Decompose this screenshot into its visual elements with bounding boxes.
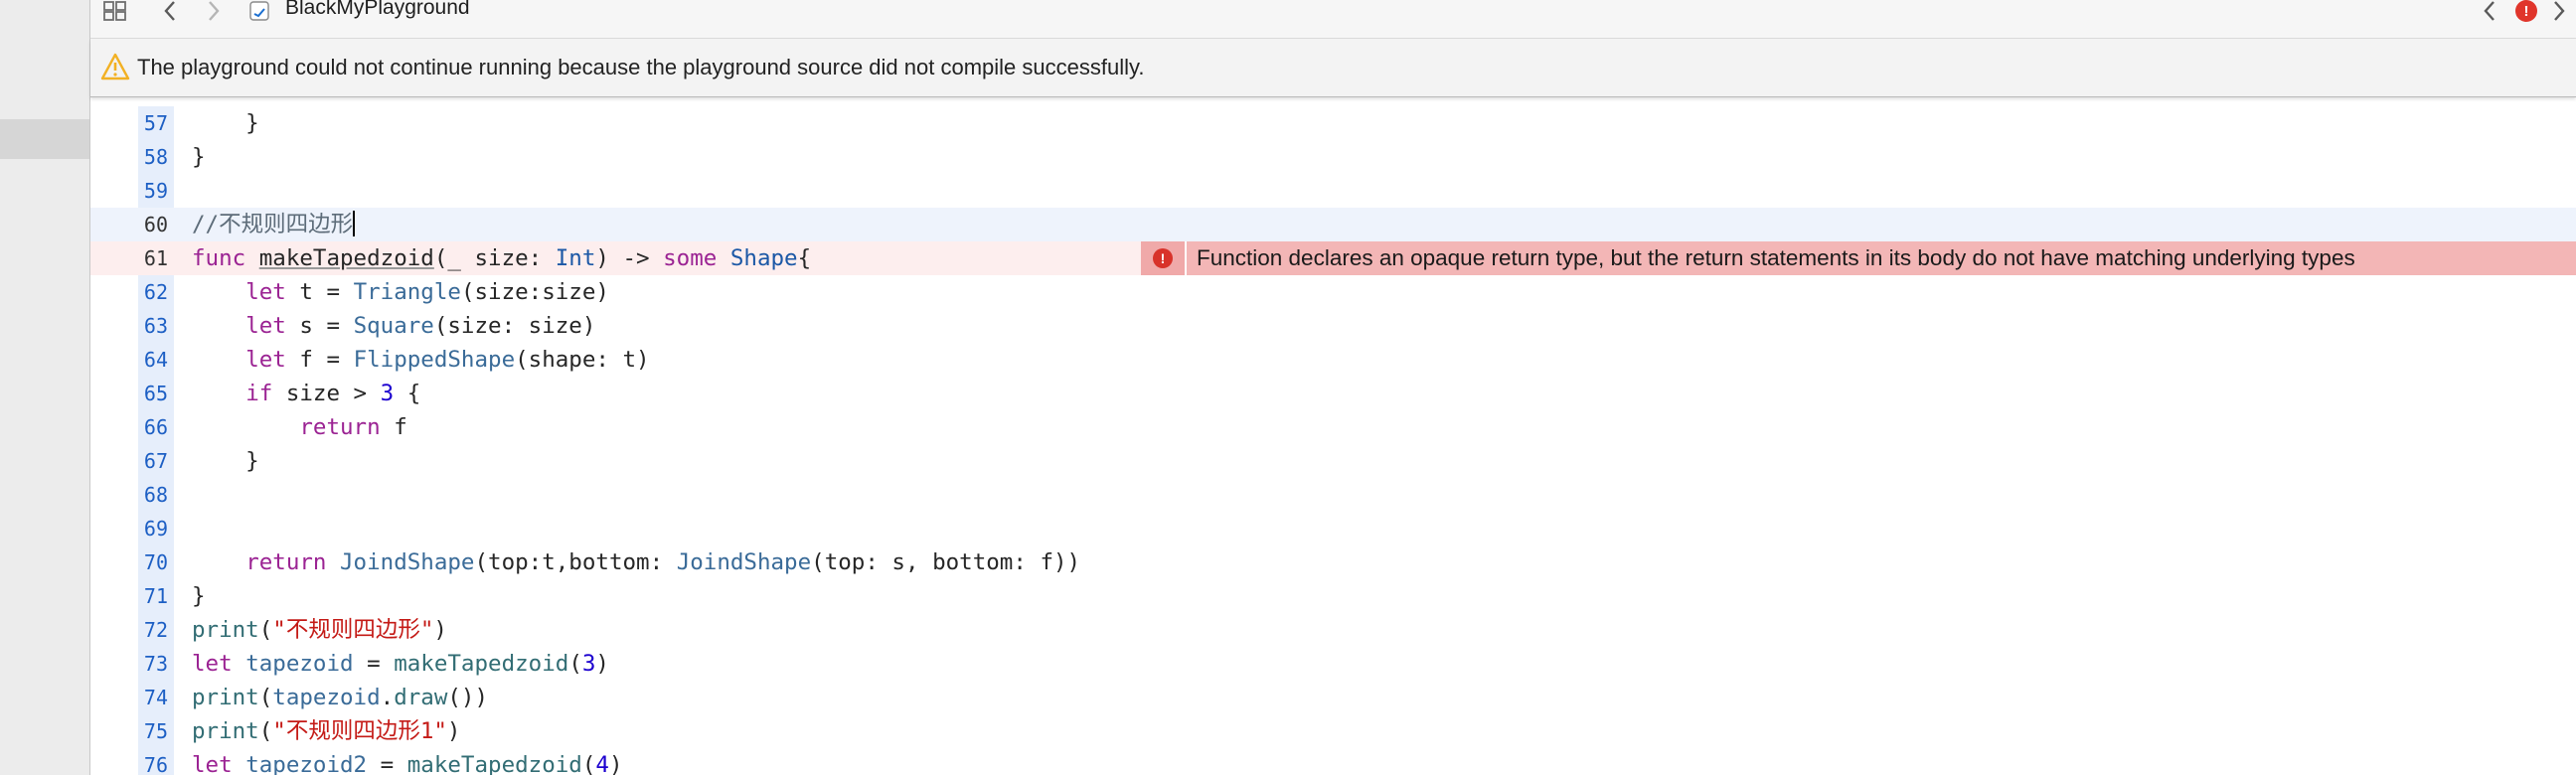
- grid-icon[interactable]: [102, 0, 128, 22]
- swift-file-icon: [249, 1, 269, 21]
- line-number: 58: [143, 145, 168, 169]
- code-line[interactable]: 58 }: [90, 140, 2576, 174]
- navigator-selected-row[interactable]: [0, 119, 89, 159]
- next-issue-icon[interactable]: [2547, 0, 2571, 22]
- code-line[interactable]: 67 }: [90, 444, 2576, 478]
- code-text: if size > 3 {: [245, 381, 421, 406]
- code-line[interactable]: 70 return JoindShape(top:t,bottom: Joind…: [90, 545, 2576, 579]
- code-text: return JoindShape(top:t,bottom: JoindSha…: [245, 549, 1081, 575]
- code-text: }: [192, 583, 206, 609]
- text-caret: [353, 211, 356, 236]
- chevron-left-icon[interactable]: [158, 0, 182, 22]
- breadcrumb-title[interactable]: BlackMyPlayground: [285, 0, 470, 20]
- code-line[interactable]: 71 }: [90, 579, 2576, 613]
- line-number: 75: [143, 719, 168, 743]
- chevron-right-icon[interactable]: [202, 0, 226, 22]
- line-number: 67: [143, 449, 168, 473]
- code-line-error[interactable]: 61 func makeTapedzoid(_ size: Int) -> so…: [90, 241, 2576, 275]
- code-line[interactable]: 63 let s = Square(size: size): [90, 309, 2576, 343]
- line-number: 59: [143, 179, 168, 203]
- previous-issue-icon[interactable]: [2478, 0, 2501, 22]
- source-editor[interactable]: 57 } 58 } 59 60 //不规则四边形 61 func makeTap…: [90, 97, 2576, 775]
- xcode-playground-window: BlackMyPlayground ! The playground could…: [0, 0, 2576, 775]
- line-number: 69: [143, 517, 168, 541]
- code-line[interactable]: 66 return f: [90, 410, 2576, 444]
- error-circle-icon: !: [1153, 248, 1173, 268]
- code-line[interactable]: 75 print("不规则四边形1"): [90, 714, 2576, 748]
- line-number: 71: [143, 584, 168, 608]
- code-text: func makeTapedzoid(_ size: Int) -> some …: [192, 245, 812, 271]
- code-line[interactable]: 76 let tapezoid2 = makeTapedzoid(4): [90, 748, 2576, 775]
- code-line[interactable]: 74 print(tapezoid.draw()): [90, 681, 2576, 714]
- compile-warning-banner: The playground could not continue runnin…: [90, 39, 2576, 97]
- code-text: let s = Square(size: size): [245, 313, 596, 339]
- code-line-current[interactable]: 60 //不规则四边形: [90, 208, 2576, 241]
- line-number: 57: [143, 111, 168, 135]
- code-text: //不规则四边形: [192, 211, 356, 237]
- inline-error-text: Function declares an opaque return type,…: [1197, 245, 2355, 270]
- line-number: 62: [143, 280, 168, 304]
- line-number: 76: [143, 753, 168, 775]
- line-number: 72: [143, 618, 168, 642]
- code-text: print(tapezoid.draw()): [192, 685, 489, 710]
- code-text: let tapezoid = makeTapedzoid(3): [192, 651, 609, 677]
- line-number: 66: [143, 415, 168, 439]
- jump-bar: BlackMyPlayground !: [90, 0, 2576, 39]
- code-text: let t = Triangle(size:size): [245, 279, 609, 305]
- code-text: return f: [299, 414, 407, 440]
- line-number: 65: [143, 382, 168, 405]
- line-number: 70: [143, 550, 168, 574]
- error-icon-box: !: [1141, 241, 1187, 275]
- code-line[interactable]: 65 if size > 3 {: [90, 377, 2576, 410]
- navigator-edge: [0, 0, 90, 775]
- error-badge-icon[interactable]: !: [2515, 0, 2537, 22]
- code-line[interactable]: 73 let tapezoid = makeTapedzoid(3): [90, 647, 2576, 681]
- code-text: let f = FlippedShape(shape: t): [245, 347, 650, 373]
- warning-triangle-icon: [100, 53, 130, 80]
- line-number: 63: [143, 314, 168, 338]
- line-number: 64: [143, 348, 168, 372]
- code-text: print("不规则四边形1"): [192, 718, 461, 744]
- code-line[interactable]: 59: [90, 174, 2576, 208]
- line-number: 61: [143, 246, 168, 270]
- code-text: }: [192, 144, 206, 170]
- code-line[interactable]: 64 let f = FlippedShape(shape: t): [90, 343, 2576, 377]
- code-line[interactable]: 62 let t = Triangle(size:size): [90, 275, 2576, 309]
- line-number: 68: [143, 483, 168, 507]
- code-text: }: [192, 110, 259, 136]
- code-line[interactable]: 69: [90, 512, 2576, 545]
- code-line[interactable]: 57 }: [90, 106, 2576, 140]
- line-number: 73: [143, 652, 168, 676]
- code-text: let tapezoid2 = makeTapedzoid(4): [192, 752, 623, 775]
- banner-message: The playground could not continue runnin…: [137, 55, 1145, 79]
- code-line[interactable]: 68: [90, 478, 2576, 512]
- code-line[interactable]: 72 print("不规则四边形"): [90, 613, 2576, 647]
- line-number: 60: [143, 213, 168, 236]
- line-number: 74: [143, 686, 168, 709]
- inline-error-message[interactable]: ! Function declares an opaque return typ…: [1141, 241, 2576, 275]
- code-text: }: [192, 448, 259, 474]
- code-text: print("不规则四边形"): [192, 617, 447, 643]
